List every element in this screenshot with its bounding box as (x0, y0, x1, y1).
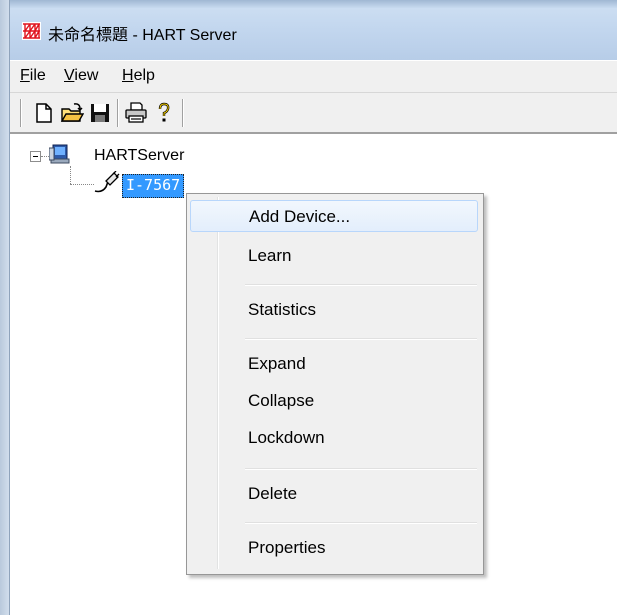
menu-item-add-device[interactable]: Add Device... (190, 200, 478, 232)
menu-separator (245, 338, 477, 339)
menu-item-add-device-label: Add Device... (249, 207, 351, 226)
print-icon[interactable] (124, 101, 148, 125)
menu-item-learn-label: Learn (248, 246, 292, 265)
toolbar-end-separator (182, 99, 183, 127)
tree-connector (41, 156, 49, 157)
menu-item-learn[interactable]: Learn (190, 240, 478, 272)
menu-separator (245, 468, 477, 469)
window-title: 未命名標題 - HART Server (48, 27, 237, 44)
toolbar (10, 92, 617, 133)
toolbar-separator (117, 99, 118, 127)
toolbar-grip (20, 99, 21, 127)
open-folder-icon[interactable] (60, 101, 84, 125)
hart-app-icon (22, 22, 41, 40)
title-bar[interactable]: 未命名標題 - HART Server (10, 0, 617, 60)
menu-file-accelerator: F (20, 67, 30, 84)
desktop-left-edge (0, 0, 10, 615)
menu-item-delete[interactable]: Delete (190, 478, 478, 510)
toolbar-bottom-border (10, 132, 617, 134)
tree-connector-child (70, 184, 94, 185)
menu-item-collapse[interactable]: Collapse (190, 385, 478, 417)
menu-item-expand-label: Expand (248, 354, 306, 373)
server-computer-icon (49, 144, 70, 164)
menu-item-lockdown-label: Lockdown (248, 428, 325, 447)
menu-file[interactable]: File (20, 67, 46, 85)
context-menu: Add Device... Learn Statistics Expand Co… (186, 193, 484, 575)
menu-item-statistics[interactable]: Statistics (190, 294, 478, 326)
tree-connector-vertical (70, 166, 71, 184)
menu-separator (245, 284, 477, 285)
menu-item-properties[interactable]: Properties (190, 532, 478, 564)
menu-view-label: iew (74, 67, 99, 84)
menu-separator (245, 522, 477, 523)
device-connector-icon (94, 171, 120, 193)
tree-node-i7567[interactable]: I-7567 (122, 174, 185, 198)
help-question-icon[interactable] (152, 101, 176, 125)
title-bar-border (10, 0, 617, 8)
menu-item-delete-label: Delete (248, 484, 298, 503)
menu-help-label: elp (133, 67, 155, 84)
tree-node-hartserver[interactable]: HARTServer (94, 147, 184, 165)
menu-item-lockdown[interactable]: Lockdown (190, 422, 478, 454)
menu-item-statistics-label: Statistics (248, 300, 317, 319)
app-window: 未命名標題 - HART Server File View Help HARTS… (10, 0, 617, 615)
menu-help[interactable]: Help (122, 67, 155, 85)
menu-item-collapse-label: Collapse (248, 391, 315, 410)
menu-view[interactable]: View (64, 67, 98, 85)
tree-collapse-toggle[interactable] (30, 151, 41, 162)
new-document-icon[interactable] (32, 101, 56, 125)
menu-item-properties-label: Properties (248, 538, 326, 557)
menu-view-accelerator: V (64, 67, 75, 84)
menu-item-expand[interactable]: Expand (190, 348, 478, 380)
menu-bar: File View Help (10, 60, 617, 93)
save-disk-icon[interactable] (88, 101, 112, 125)
menu-help-accelerator: H (122, 67, 134, 84)
menu-file-label: ile (29, 67, 46, 84)
